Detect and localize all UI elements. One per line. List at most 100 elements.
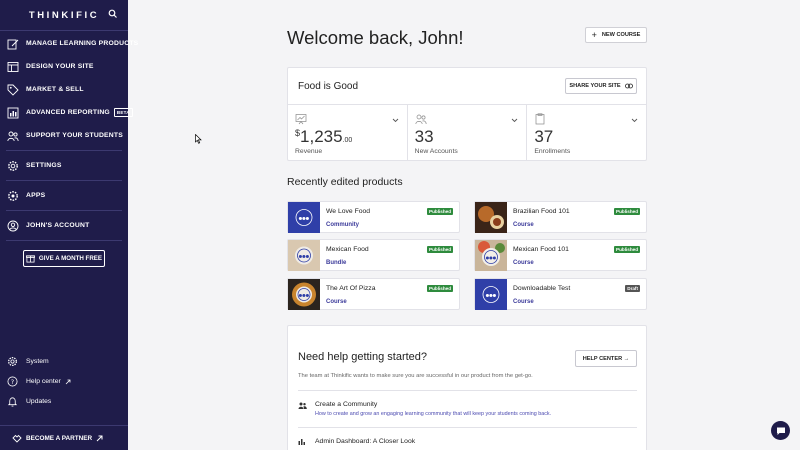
sidebar-item-support-your-students[interactable]: SUPPORT YOUR STUDENTS: [0, 124, 128, 147]
product-card[interactable]: ●●● Downloadable Test Course Draft: [474, 278, 647, 310]
site-summary-card: Food is Good SHARE YOUR SITE $1,235.00 R…: [287, 67, 647, 161]
chart-icon: [7, 107, 19, 118]
pizza-thumbnail: ●●●: [288, 279, 320, 310]
new-accounts-label: New Accounts: [414, 148, 458, 155]
sidebar-item-manage-learning-products[interactable]: MANAGE LEARNING PRODUCTS: [0, 32, 138, 55]
product-name: Brazilian Food 101: [513, 208, 570, 215]
thinkific-logo[interactable]: THINKIFIC: [29, 10, 99, 21]
sidebar-item-label: APPS: [26, 192, 46, 199]
mouse-cursor-icon: [195, 134, 202, 144]
product-type: Course: [513, 299, 534, 305]
enrollments-label: Enrollments: [534, 148, 571, 155]
product-card[interactable]: ●●● Mexican Food 101 Course Published: [474, 239, 647, 271]
product-name: Mexican Food 101: [513, 246, 569, 253]
enrollments-value: 37: [534, 127, 554, 146]
product-type: Course: [513, 260, 534, 266]
status-badge: Published: [614, 208, 640, 215]
sidebar-item-updates[interactable]: Updates: [7, 396, 51, 407]
page-title: Welcome back, John!: [287, 27, 464, 48]
users-icon: [415, 114, 427, 125]
plus-icon: +: [591, 30, 597, 40]
share-your-site-button[interactable]: SHARE YOUR SITE: [565, 78, 637, 94]
sidebar-item-label: MANAGE LEARNING PRODUCTS: [26, 40, 139, 47]
partner-label: BECOME A PARTNER: [26, 434, 93, 442]
sidebar-item-apps[interactable]: APPS: [0, 184, 128, 207]
help-item-title[interactable]: Admin Dashboard: A Closer Look: [315, 438, 415, 445]
chevron-down-icon[interactable]: [392, 118, 399, 123]
chevron-down-icon[interactable]: [631, 118, 638, 123]
product-type: Community: [326, 222, 359, 228]
status-badge: Published: [427, 246, 453, 253]
product-card[interactable]: ●●● The Art Of Pizza Course Published: [287, 278, 460, 310]
product-card[interactable]: ●●● We Love Food Community Published: [287, 201, 460, 233]
users-icon: [298, 402, 307, 409]
help-item-title[interactable]: Create a Community: [315, 401, 377, 408]
sidebar: THINKIFIC MANAGE LEARNING PRODUCTS DESIG…: [0, 0, 138, 450]
recently-edited-title: Recently edited products: [287, 176, 403, 188]
svg-text:●●●: ●●●: [486, 255, 497, 260]
food-thumbnail: ●●●: [288, 240, 320, 271]
stat-new-accounts[interactable]: 33 New Accounts: [408, 105, 528, 161]
svg-text:●●●: ●●●: [299, 293, 310, 298]
give-a-month-free-button[interactable]: GIVE A MONTH FREE: [23, 250, 105, 267]
product-card[interactable]: ●●● Mexican Food Bundle Published: [287, 239, 460, 271]
new-accounts-value: 33: [414, 127, 434, 146]
sidebar-item-settings[interactable]: SETTINGS: [0, 154, 128, 177]
sidebar-item-label: SETTINGS: [26, 162, 62, 169]
product-name: We Love Food: [326, 208, 371, 215]
search-icon[interactable]: [108, 9, 118, 19]
layout-icon: [7, 61, 19, 72]
bar-chart-icon: [298, 439, 305, 445]
sidebar-item-label: Updates: [26, 398, 52, 405]
site-name: Food is Good: [298, 81, 359, 92]
give-button-label: GIVE A MONTH FREE: [38, 255, 103, 262]
sidebar-item-label: ADVANCED REPORTING: [26, 109, 110, 116]
share-label: SHARE YOUR SITE: [569, 83, 621, 89]
stats-row: $1,235.00 Revenue 33 New Accounts 37 Enr…: [288, 104, 646, 161]
logo-row: THINKIFIC: [0, 0, 128, 30]
product-name: Mexican Food: [326, 246, 369, 253]
stat-enrollments[interactable]: 37 Enrollments: [527, 105, 646, 161]
edit-icon: [7, 39, 19, 49]
product-name: Downloadable Test: [513, 285, 571, 292]
link-icon: [624, 83, 633, 89]
chat-button[interactable]: [771, 421, 790, 440]
new-course-button[interactable]: + NEW COURSE: [585, 27, 647, 43]
gear-icon: [8, 357, 17, 366]
gift-icon: [25, 255, 35, 263]
divider: [6, 210, 122, 211]
status-badge: Published: [427, 208, 453, 215]
svg-text:●●●: ●●●: [299, 254, 310, 259]
product-type: Course: [513, 222, 534, 228]
status-badge: Draft: [625, 285, 640, 292]
sidebar-item-design-your-site[interactable]: DESIGN YOUR SITE: [0, 55, 128, 78]
users-icon: [7, 131, 19, 141]
status-badge: Published: [614, 246, 640, 253]
sidebar-item-label: SUPPORT YOUR STUDENTS: [26, 132, 123, 139]
sidebar-item-label: JOHN'S ACCOUNT: [26, 222, 90, 229]
help-description: The team at Thinkific wants to make sure…: [298, 373, 533, 379]
tag-icon: [7, 84, 19, 96]
sidebar-item-market-sell[interactable]: MARKET & SELL: [0, 78, 128, 101]
help-center-button[interactable]: HELP CENTER →: [575, 350, 637, 367]
svg-text:●●●: ●●●: [299, 216, 310, 221]
product-card[interactable]: Brazilian Food 101 Course Published: [474, 201, 647, 233]
divider: [6, 240, 122, 241]
help-title: Need help getting started?: [298, 351, 428, 363]
sidebar-item-label: MARKET & SELL: [26, 86, 84, 93]
svg-text:?: ?: [11, 378, 14, 386]
status-badge: Published: [427, 285, 453, 292]
sidebar-item-system[interactable]: System: [7, 356, 49, 367]
become-a-partner-link[interactable]: BECOME A PARTNER: [0, 425, 128, 450]
external-link-icon: [65, 379, 71, 384]
sidebar-item-help-center[interactable]: ? Help center: [7, 376, 79, 387]
sidebar-item-johns-account[interactable]: JOHN'S ACCOUNT: [0, 214, 128, 237]
revenue-label: Revenue: [295, 148, 323, 155]
chevron-down-icon[interactable]: [511, 118, 518, 123]
stat-revenue[interactable]: $1,235.00 Revenue: [288, 105, 408, 161]
beta-badge: BETA: [113, 108, 133, 117]
sidebar-item-advanced-reporting[interactable]: ADVANCED REPORTING BETA: [0, 101, 133, 124]
help-item-description: How to create and grow an engaging learn…: [315, 411, 552, 417]
community-thumbnail: ●●●: [288, 202, 320, 233]
bell-icon: [7, 397, 18, 407]
